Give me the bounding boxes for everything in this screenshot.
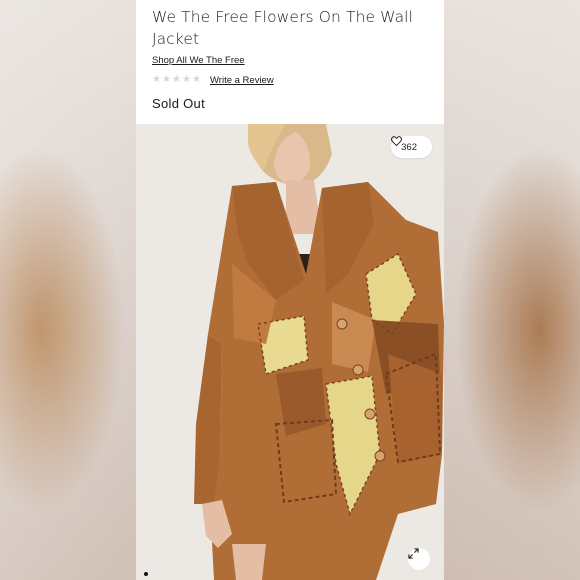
star-icon: ★ [192, 74, 201, 85]
stock-status: Sold Out [152, 96, 205, 111]
star-icon: ★ [182, 74, 191, 85]
shop-brand-link[interactable]: Shop All We The Free [152, 55, 245, 66]
product-card: We The Free Flowers On The Wall Jacket S… [136, 0, 444, 580]
product-header: We The Free Flowers On The Wall Jacket S… [152, 6, 432, 111]
product-title-line-2: Jacket [152, 30, 200, 48]
star-icon: ★ [152, 74, 161, 85]
zoom-button[interactable] [408, 548, 430, 570]
product-title-line-1: We The Free Flowers On The Wall [152, 8, 413, 26]
jacket-illustration [136, 124, 444, 580]
star-icon: ★ [162, 74, 171, 85]
like-button[interactable]: 362 [391, 136, 432, 158]
rating-row: ★ ★ ★ ★ ★ Write a Review [152, 73, 432, 87]
product-title: We The Free Flowers On The Wall Jacket [152, 6, 432, 50]
star-icon: ★ [172, 74, 181, 85]
rating-stars: ★ ★ ★ ★ ★ [152, 75, 202, 85]
carousel-dot[interactable] [144, 572, 148, 576]
product-image[interactable]: 362 [136, 124, 444, 580]
write-review-link[interactable]: Write a Review [210, 75, 274, 86]
like-count: 362 [401, 141, 417, 153]
